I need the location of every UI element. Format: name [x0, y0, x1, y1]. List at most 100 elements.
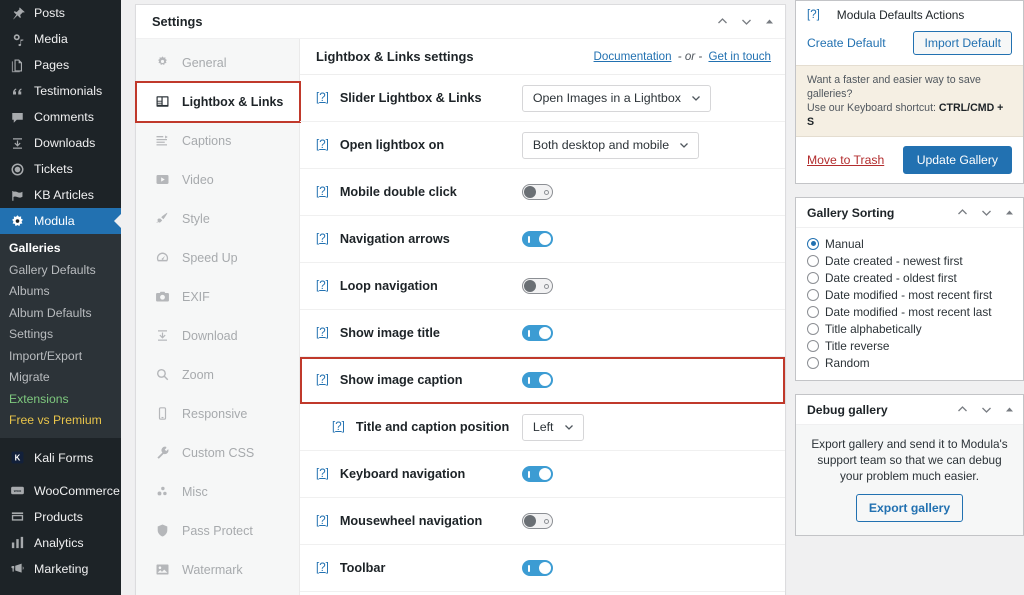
- submenu-item-migrate[interactable]: Migrate: [0, 367, 121, 389]
- tab-zoom[interactable]: Zoom: [136, 355, 299, 394]
- get-in-touch-link[interactable]: Get in touch: [708, 50, 771, 63]
- move-down-icon[interactable]: [740, 15, 753, 28]
- move-down-icon[interactable]: [980, 403, 993, 416]
- help-icon[interactable]: [?]: [316, 562, 329, 574]
- sort-option-title-reverse[interactable]: Title reverse: [807, 337, 1012, 354]
- create-default-link[interactable]: Create Default: [807, 36, 886, 50]
- toggle-mousewheel-navigation[interactable]: [522, 513, 553, 529]
- sort-option-label: Title reverse: [825, 339, 889, 353]
- help-icon[interactable]: [?]: [316, 468, 329, 480]
- sidebar-item-downloads[interactable]: Downloads: [0, 130, 121, 156]
- sidebar-item-kb-articles[interactable]: KB Articles: [0, 182, 121, 208]
- toggle-show-image-caption[interactable]: [522, 372, 553, 388]
- toggle-loop-navigation[interactable]: [522, 278, 553, 294]
- tab-watermark[interactable]: Watermark: [136, 550, 299, 589]
- move-up-icon[interactable]: [956, 206, 969, 219]
- tab-label: EXIF: [182, 290, 210, 304]
- submenu-item-settings[interactable]: Settings: [0, 324, 121, 346]
- tab-responsive[interactable]: Responsive: [136, 394, 299, 433]
- sort-option-date-modified-most-recent-last[interactable]: Date modified - most recent last: [807, 303, 1012, 320]
- submenu-item-album-defaults[interactable]: Album Defaults: [0, 303, 121, 325]
- sort-option-manual[interactable]: Manual: [807, 235, 1012, 252]
- submenu-item-galleries[interactable]: Galleries: [0, 238, 121, 260]
- help-icon[interactable]: [?]: [316, 515, 329, 527]
- radio-button[interactable]: [807, 323, 819, 335]
- sidebar-item-modula[interactable]: Modula: [0, 208, 121, 234]
- radio-button[interactable]: [807, 306, 819, 318]
- submenu-item-import-export[interactable]: Import/Export: [0, 346, 121, 368]
- export-gallery-button[interactable]: Export gallery: [856, 494, 963, 522]
- documentation-link[interactable]: Documentation: [594, 50, 672, 63]
- toggle-navigation-arrows[interactable]: [522, 231, 553, 247]
- move-to-trash-link[interactable]: Move to Trash: [807, 153, 884, 167]
- radio-button[interactable]: [807, 340, 819, 352]
- select-open-lightbox-on[interactable]: Both desktop and mobile: [522, 132, 699, 159]
- help-icon[interactable]: [?]: [332, 421, 345, 433]
- help-icon[interactable]: [?]: [316, 233, 329, 245]
- tab-pass-protect[interactable]: Pass Protect: [136, 511, 299, 550]
- select-slider-lightbox-links[interactable]: Open Images in a Lightbox: [522, 85, 711, 112]
- submenu-item-gallery-defaults[interactable]: Gallery Defaults: [0, 260, 121, 282]
- tab-video[interactable]: Video: [136, 160, 299, 199]
- help-icon[interactable]: [?]: [316, 186, 329, 198]
- tab-label: General: [182, 56, 226, 70]
- sidebar-item-products[interactable]: Products: [0, 504, 121, 530]
- help-icon[interactable]: [?]: [316, 374, 329, 386]
- toggle-toolbar[interactable]: [522, 560, 553, 576]
- help-icon[interactable]: [?]: [807, 9, 820, 21]
- tab-download[interactable]: Download: [136, 316, 299, 355]
- collapse-toggle-icon[interactable]: [1004, 207, 1015, 218]
- sort-option-date-created-newest-first[interactable]: Date created - newest first: [807, 252, 1012, 269]
- tab-custom-css[interactable]: Custom CSS: [136, 433, 299, 472]
- collapse-toggle-icon[interactable]: [764, 16, 775, 27]
- tab-general[interactable]: General: [136, 43, 299, 82]
- move-down-icon[interactable]: [980, 206, 993, 219]
- submenu-item-albums[interactable]: Albums: [0, 281, 121, 303]
- sort-option-random[interactable]: Random: [807, 354, 1012, 371]
- sidebar-item-testimonials[interactable]: Testimonials: [0, 78, 121, 104]
- quote-icon: [8, 82, 26, 100]
- import-default-button[interactable]: Import Default: [913, 31, 1012, 55]
- collapse-toggle-icon[interactable]: [1004, 404, 1015, 415]
- submenu-item-free-vs-premium[interactable]: Free vs Premium: [0, 410, 121, 432]
- radio-button[interactable]: [807, 272, 819, 284]
- sidebar-item-posts[interactable]: Posts: [0, 0, 121, 26]
- sidebar-item-comments[interactable]: Comments: [0, 104, 121, 130]
- toggle-keyboard-navigation[interactable]: [522, 466, 553, 482]
- tab-exif[interactable]: EXIF: [136, 277, 299, 316]
- sidebar-item-pages[interactable]: Pages: [0, 52, 121, 78]
- select-title-and-caption-position[interactable]: Left: [522, 414, 584, 441]
- tab-lightbox-links[interactable]: Lightbox & Links: [136, 82, 299, 121]
- radio-button[interactable]: [807, 289, 819, 301]
- sidebar-item-woocommerce[interactable]: wooWooCommerce: [0, 478, 121, 504]
- toggle-mark: [544, 519, 549, 524]
- tab-misc[interactable]: Misc: [136, 472, 299, 511]
- move-up-icon[interactable]: [956, 403, 969, 416]
- radio-button[interactable]: [807, 238, 819, 250]
- help-icon[interactable]: [?]: [316, 92, 329, 104]
- sidebar-item-media[interactable]: Media: [0, 26, 121, 52]
- move-up-icon[interactable]: [716, 15, 729, 28]
- toggle-show-image-title[interactable]: [522, 325, 553, 341]
- update-gallery-button[interactable]: Update Gallery: [903, 146, 1012, 174]
- help-icon[interactable]: [?]: [316, 139, 329, 151]
- help-icon[interactable]: [?]: [316, 327, 329, 339]
- sidebar-item-marketing[interactable]: Marketing: [0, 556, 121, 582]
- toggle-mobile-double-click[interactable]: [522, 184, 553, 200]
- gallery-sorting-header: Gallery Sorting: [796, 198, 1023, 228]
- sort-option-date-created-oldest-first[interactable]: Date created - oldest first: [807, 269, 1012, 286]
- help-icon[interactable]: [?]: [316, 280, 329, 292]
- radio-button[interactable]: [807, 357, 819, 369]
- submenu-item-extensions[interactable]: Extensions: [0, 389, 121, 411]
- sort-option-label: Date modified - most recent last: [825, 305, 992, 319]
- sort-option-date-modified-most-recent-first[interactable]: Date modified - most recent first: [807, 286, 1012, 303]
- tab-style[interactable]: Style: [136, 199, 299, 238]
- tab-captions[interactable]: Captions: [136, 121, 299, 160]
- sort-option-title-alphabetically[interactable]: Title alphabetically: [807, 320, 1012, 337]
- radio-button[interactable]: [807, 255, 819, 267]
- sidebar-item-tickets[interactable]: Tickets: [0, 156, 121, 182]
- sidebar-item-kali-forms[interactable]: KKali Forms: [0, 445, 121, 471]
- tab-speed-up[interactable]: Speed Up: [136, 238, 299, 277]
- setting-row-slider-lightbox-links: [?]Slider Lightbox & LinksOpen Images in…: [300, 75, 785, 122]
- sidebar-item-analytics[interactable]: Analytics: [0, 530, 121, 556]
